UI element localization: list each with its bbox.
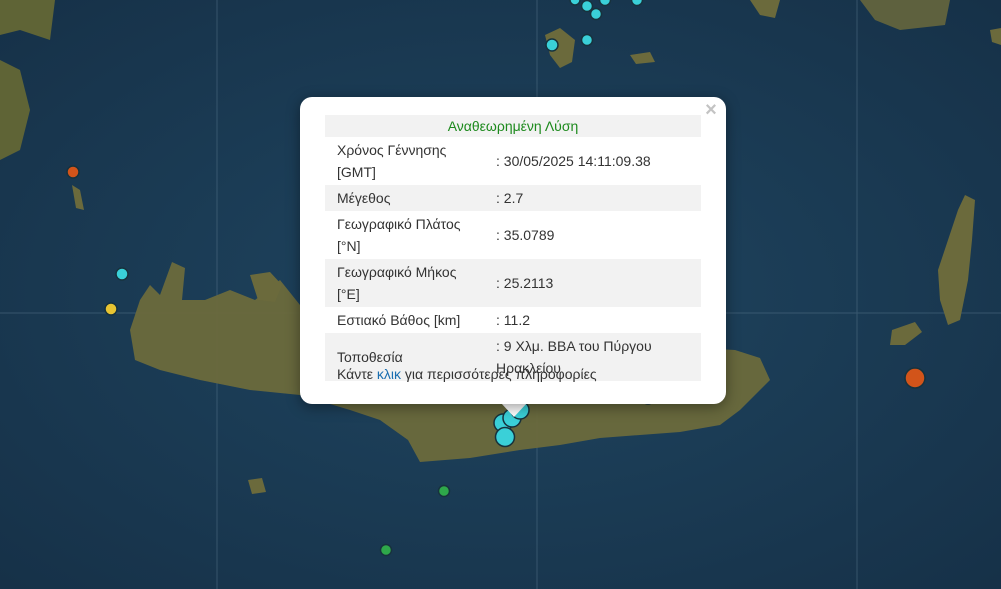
- map-view[interactable]: × Αναθεωρημένη Λύση Χρόνος Γέννησης [GMT…: [0, 0, 1001, 589]
- more-info-text: Κάντε κλικ για περισσότερες πληροφορίες: [337, 366, 597, 382]
- earthquake-info-table: Αναθεωρημένη Λύση Χρόνος Γέννησης [GMT] …: [325, 115, 701, 381]
- popup-heading: Αναθεωρημένη Λύση: [325, 115, 701, 137]
- earthquake-marker: [569, 0, 581, 6]
- earthquake-marker: [589, 7, 603, 21]
- table-header-row: Αναθεωρημένη Λύση: [325, 115, 701, 137]
- row-label-longitude: Γεωγραφικό Μήκος [°E]: [325, 259, 484, 307]
- earthquake-marker: [630, 0, 644, 7]
- row-value-origin-time: : 30/05/2025 14:11:09.38: [496, 153, 651, 169]
- earthquake-marker: [115, 267, 129, 281]
- row-label-magnitude: Μέγεθος: [325, 185, 484, 211]
- table-row: Γεωγραφικό Πλάτος [°N] : 35.0789: [325, 211, 701, 259]
- table-row: Μέγεθος : 2.7: [325, 185, 701, 211]
- row-value-depth: : 11.2: [496, 312, 530, 328]
- earthquake-marker: [580, 33, 594, 47]
- earthquake-marker: [904, 367, 926, 389]
- popup-tip: [501, 403, 527, 417]
- earthquake-marker: [494, 426, 516, 448]
- more-info-link[interactable]: κλικ: [377, 366, 401, 382]
- earthquake-marker: [545, 38, 559, 52]
- more-info-suffix: για περισσότερες πληροφορίες: [401, 366, 597, 382]
- earthquake-marker: [379, 543, 393, 557]
- table-row: Γεωγραφικό Μήκος [°E] : 25.2113: [325, 259, 701, 307]
- row-value-longitude: : 25.2113: [484, 259, 701, 307]
- earthquake-marker: [437, 484, 451, 498]
- more-info-prefix: Κάντε: [337, 366, 377, 382]
- earthquake-popup: × Αναθεωρημένη Λύση Χρόνος Γέννησης [GMT…: [300, 97, 726, 404]
- close-icon[interactable]: ×: [702, 100, 720, 120]
- row-label-depth: Εστιακό Βάθος [km]: [337, 312, 461, 328]
- row-value-magnitude: : 2.7: [484, 185, 701, 211]
- row-label-latitude: Γεωγραφικό Πλάτος [°N]: [337, 216, 461, 254]
- row-label-origin-time: Χρόνος Γέννησης [GMT]: [337, 142, 447, 180]
- earthquake-marker: [580, 0, 594, 13]
- table-row: Εστιακό Βάθος [km] : 11.2: [325, 307, 701, 333]
- earthquake-marker: [66, 165, 80, 179]
- row-value-latitude: : 35.0789: [496, 227, 555, 243]
- earthquake-marker: [104, 302, 118, 316]
- earthquake-marker: [598, 0, 612, 7]
- table-row: Χρόνος Γέννησης [GMT] : 30/05/2025 14:11…: [325, 137, 701, 185]
